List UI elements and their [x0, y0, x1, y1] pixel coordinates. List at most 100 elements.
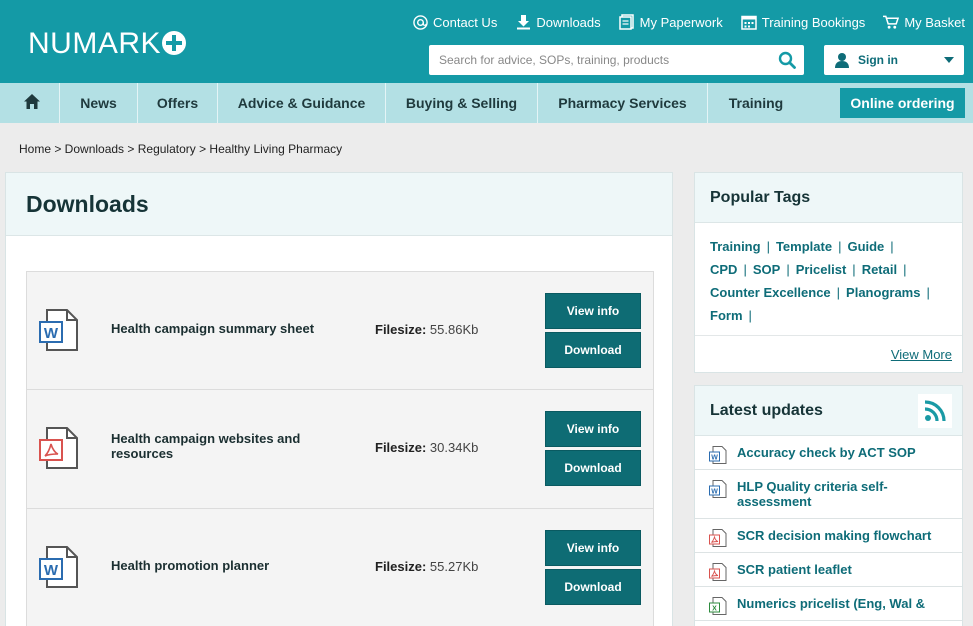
contact-us-link[interactable]: Contact Us — [412, 14, 497, 30]
tag-guide[interactable]: Guide — [847, 239, 884, 254]
numark-logo[interactable]: NUMARK — [28, 27, 187, 61]
svg-text:X: X — [712, 606, 717, 613]
user-icon — [834, 52, 850, 68]
nav-news[interactable]: News — [60, 83, 138, 123]
nav-pharmacy-services[interactable]: Pharmacy Services — [538, 83, 708, 123]
download-filesize: Filesize: 55.86Kb — [375, 322, 479, 337]
svg-text:W: W — [44, 325, 59, 342]
training-bookings-link[interactable]: Training Bookings — [740, 14, 866, 30]
svg-text:W: W — [711, 455, 718, 462]
nav-training[interactable]: Training — [708, 83, 804, 123]
home-icon — [23, 94, 40, 112]
site-header: NUMARK Contact Us Downloads My Paperwork — [0, 0, 973, 83]
download-name: Health promotion planner — [111, 558, 270, 573]
tag-form[interactable]: Form — [710, 308, 743, 323]
search-icon[interactable] — [778, 51, 796, 69]
download-filesize: Filesize: 55.27Kb — [375, 559, 479, 574]
my-paperwork-link[interactable]: My Paperwork — [619, 14, 723, 30]
download-name: Health campaign websites and resources — [111, 431, 301, 461]
paperwork-icon — [619, 14, 635, 30]
update-label: HLP Quality criteria self-assessment — [737, 479, 888, 509]
popular-tags-title: Popular Tags — [695, 173, 962, 223]
sign-in-dropdown[interactable]: Sign in — [824, 45, 964, 75]
svg-text:W: W — [44, 562, 59, 579]
word-document-icon: W — [39, 309, 79, 351]
downloads-header: Downloads — [6, 173, 672, 236]
download-item: W Health campaign summary sheet Filesize… — [26, 271, 654, 390]
nav-advice-guidance[interactable]: Advice & Guidance — [218, 83, 386, 123]
main-nav: News Offers Advice & Guidance Buying & S… — [0, 83, 973, 123]
latest-updates-header: Latest updates — [695, 386, 962, 436]
latest-updates-panel: Latest updates W Accuracy check by ACT S… — [694, 385, 963, 626]
pdf-document-icon — [709, 529, 727, 547]
tag-template[interactable]: Template — [776, 239, 832, 254]
update-label: SCR patient leaflet — [737, 562, 852, 577]
tags-divider — [695, 335, 962, 336]
nav-home[interactable] — [4, 83, 60, 123]
popular-tags-panel: Popular Tags Training | Template | Guide | CP… — [694, 172, 963, 373]
view-info-button[interactable]: View info — [545, 411, 641, 447]
tag-planograms[interactable]: Planograms — [846, 285, 920, 300]
breadcrumb[interactable]: Home > Downloads > Regulatory > Healthy … — [19, 142, 342, 156]
downloads-link[interactable]: Downloads — [515, 14, 601, 30]
download-button[interactable]: Download — [545, 569, 641, 605]
nav-buying-selling[interactable]: Buying & Selling — [386, 83, 538, 123]
latest-updates-title: Latest updates — [710, 401, 823, 419]
excel-document-icon: X — [709, 597, 727, 615]
update-item[interactable]: W HLP Quality criteria self-assessment — [695, 470, 962, 519]
my-paperwork-label: My Paperwork — [639, 14, 723, 30]
downloads-panel: Downloads W Health campaign summary shee… — [5, 172, 673, 626]
downloads-label: Downloads — [536, 14, 601, 30]
update-item[interactable]: SCR decision making flowchart — [695, 519, 962, 553]
word-document-icon: W — [39, 546, 79, 588]
download-item: Health campaign websites and resources F… — [26, 390, 654, 509]
download-button[interactable]: Download — [545, 450, 641, 486]
calendar-icon — [740, 14, 757, 30]
chevron-down-icon — [944, 57, 954, 63]
training-bookings-label: Training Bookings — [761, 14, 866, 30]
pdf-document-icon — [39, 427, 79, 469]
view-info-button[interactable]: View info — [545, 293, 641, 329]
view-more-link[interactable]: View More — [891, 347, 952, 362]
update-label: SCR decision making flowchart — [737, 528, 932, 543]
pdf-document-icon — [709, 563, 727, 581]
at-icon — [412, 14, 428, 30]
online-ordering-button[interactable]: Online ordering — [840, 88, 965, 118]
logo-plus-icon — [162, 31, 187, 55]
top-links: Contact Us Downloads My Paperwork Traini… — [394, 14, 965, 30]
update-label: Accuracy check by ACT SOP — [737, 445, 916, 460]
rss-icon[interactable] — [918, 394, 952, 428]
view-info-button[interactable]: View info — [545, 530, 641, 566]
search-input[interactable] — [429, 53, 759, 67]
basket-icon — [883, 14, 900, 30]
update-item[interactable]: SCR patient leaflet — [695, 553, 962, 587]
search-box — [429, 45, 804, 75]
page-title: Downloads — [26, 190, 149, 217]
tag-sop[interactable]: SOP — [753, 262, 780, 277]
download-filesize: Filesize: 30.34Kb — [375, 440, 479, 455]
my-basket-label: My Basket — [904, 14, 965, 30]
word-document-icon: W — [709, 446, 727, 464]
svg-text:W: W — [711, 489, 718, 496]
download-button[interactable]: Download — [545, 332, 641, 368]
download-item: W Health promotion planner Filesize: 55.… — [26, 509, 654, 626]
tag-cpd[interactable]: CPD — [710, 262, 737, 277]
update-item[interactable]: X Numerics pricelist (Eng, Wal & — [695, 587, 962, 621]
contact-us-label: Contact Us — [433, 14, 498, 30]
nav-offers[interactable]: Offers — [138, 83, 218, 123]
download-icon — [515, 14, 531, 30]
tag-pricelist[interactable]: Pricelist — [796, 262, 847, 277]
update-item[interactable]: W Accuracy check by ACT SOP — [695, 436, 962, 470]
sign-in-label: Sign in — [858, 53, 898, 67]
tag-training[interactable]: Training — [710, 239, 761, 254]
tag-list: Training | Template | Guide | CPD | SOP | Priceli… — [710, 239, 930, 323]
logo-text: NUMARK — [28, 27, 162, 60]
download-name: Health campaign summary sheet — [111, 321, 315, 336]
word-document-icon: W — [709, 480, 727, 498]
nav-bar: News Offers Advice & Guidance Buying & S… — [4, 83, 804, 123]
tag-retail[interactable]: Retail — [862, 262, 897, 277]
tag-counter-excellence[interactable]: Counter Excellence — [710, 285, 831, 300]
update-label: Numerics pricelist (Eng, Wal & — [737, 596, 926, 611]
download-list: W Health campaign summary sheet Filesize… — [26, 271, 654, 626]
my-basket-link[interactable]: My Basket — [883, 14, 965, 30]
